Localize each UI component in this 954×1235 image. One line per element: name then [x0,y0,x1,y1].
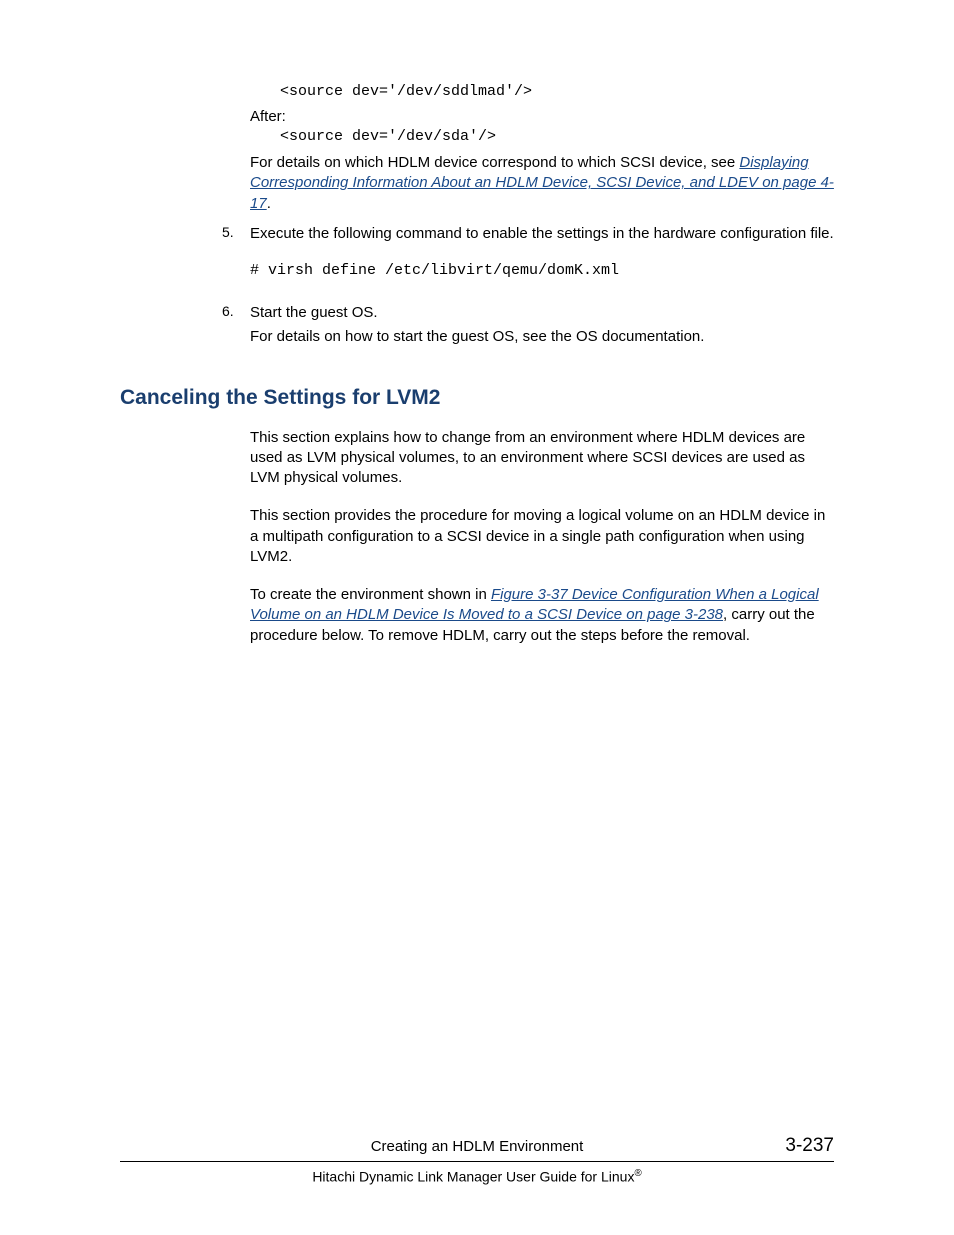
footer-rule [120,1161,834,1162]
step-5-command: # virsh define /etc/libvirt/qemu/domK.xm… [250,262,834,279]
registered-mark: ® [634,1168,641,1179]
step-6: 6. Start the guest OS. For details on ho… [250,303,834,352]
footer-page-number: 3-237 [754,1135,834,1157]
detail-intro: For details on which HDLM device corresp… [250,154,739,171]
para-1: This section explains how to change from… [250,428,834,489]
step-5-number: 5. [222,224,250,293]
label-after: After: [250,108,834,125]
footer-line-1: Creating an HDLM Environment 3-237 [120,1135,834,1157]
para-2: This section provides the procedure for … [250,506,834,567]
period: . [267,195,271,212]
footer-doc-text: Hitachi Dynamic Link Manager User Guide … [312,1169,634,1185]
step-5-body: Execute the following command to enable … [250,224,834,293]
step-5: 5. Execute the following command to enab… [250,224,834,293]
content-area: <source dev='/dev/sddlmad'/> After: <sou… [250,83,834,352]
step-6-text: Start the guest OS. [250,303,834,323]
code-before: <source dev='/dev/sddlmad'/> [280,83,834,100]
page: <source dev='/dev/sddlmad'/> After: <sou… [0,0,954,1235]
detail-text: For details on which HDLM device corresp… [250,153,834,214]
heading-canceling-lvm2: Canceling the Settings for LVM2 [120,386,834,410]
footer-chapter-title: Creating an HDLM Environment [200,1138,754,1155]
step-5-text: Execute the following command to enable … [250,224,834,244]
para-3-a: To create the environment shown in [250,586,491,603]
step-6-number: 6. [222,303,250,352]
step-6-detail: For details on how to start the guest OS… [250,327,834,347]
page-footer: Creating an HDLM Environment 3-237 Hitac… [120,1135,834,1185]
step-6-body: Start the guest OS. For details on how t… [250,303,834,352]
section-body: This section explains how to change from… [250,428,834,646]
footer-doc-title: Hitachi Dynamic Link Manager User Guide … [120,1168,834,1185]
code-after: <source dev='/dev/sda'/> [280,128,834,145]
para-3: To create the environment shown in Figur… [250,585,834,646]
